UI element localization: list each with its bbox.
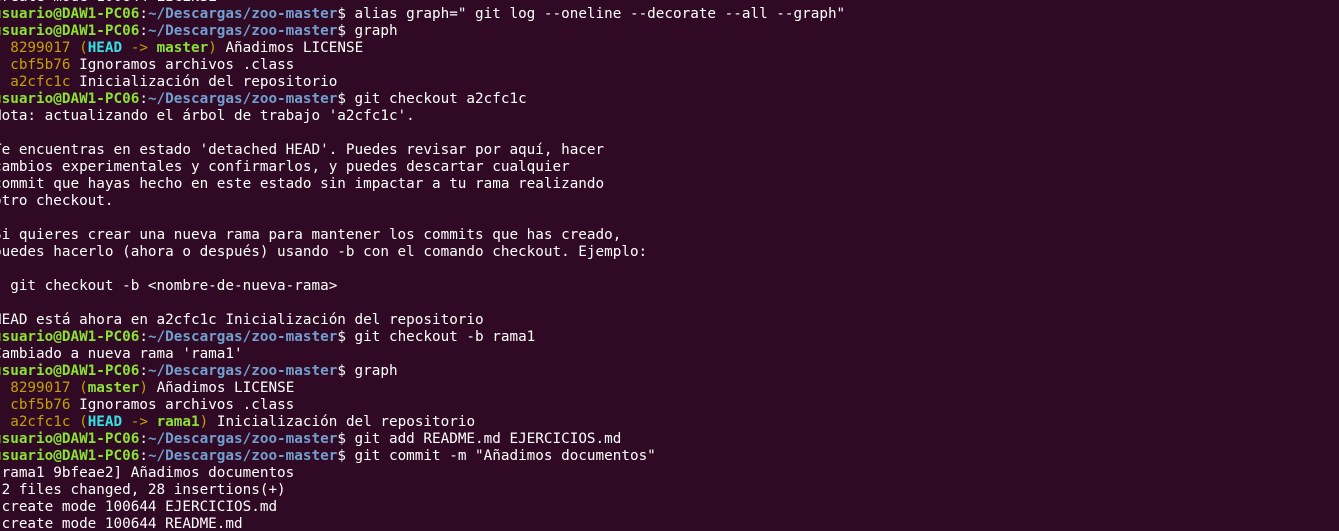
prompt-colon: : — [139, 363, 148, 379]
graph-node: * — [0, 380, 10, 396]
commit-message: Ignoramos archivos .class — [70, 397, 295, 413]
output-line: Cambiado a nueva rama 'rama1' — [0, 346, 243, 362]
prompt-path: ~/Descargas/zoo-master — [147, 23, 338, 39]
prompt-line: usuario@DAW1-PC06:~/Descargas/zoo-master… — [0, 329, 845, 346]
commit-line: * cbf5b76 Ignoramos archivos .class — [0, 57, 845, 74]
command-text: graph — [345, 363, 398, 379]
command-text: git checkout a2cfc1c — [345, 91, 527, 107]
prompt-path: ~/Descargas/zoo-master — [147, 6, 338, 22]
output-line: Nota: actualizando el árbol de trabajo '… — [0, 108, 415, 124]
prompt-line: usuario@DAW1-PC06:~/Descargas/zoo-master… — [0, 448, 845, 465]
prompt-colon: : — [139, 329, 148, 345]
prompt-path: ~/Descargas/zoo-master — [147, 329, 338, 345]
commit-message: Añadimos LICENSE — [216, 40, 364, 56]
prompt-colon: : — [139, 448, 148, 464]
output-line: commit que hayas hecho en este estado si… — [0, 176, 605, 192]
prompt-symbol: $ — [337, 91, 346, 107]
prompt-user-host: usuario@DAW1-PC06 — [0, 431, 140, 447]
commit-message: Inicialización del repositorio — [70, 74, 338, 90]
prompt-user-host: usuario@DAW1-PC06 — [0, 91, 140, 107]
output-line: Te encuentras en estado 'detached HEAD'.… — [0, 142, 605, 158]
output-line: otro checkout. — [0, 193, 114, 209]
prompt-line: usuario@DAW1-PC06:~/Descargas/zoo-master… — [0, 6, 845, 23]
prompt-colon: : — [139, 431, 148, 447]
prompt-symbol: $ — [337, 23, 346, 39]
terminal-output: create mode 100644 LICENSEusuario@DAW1-P… — [0, 0, 845, 531]
command-text: git checkout -b rama1 — [345, 329, 536, 345]
head-ref: HEAD — [87, 40, 123, 56]
prompt-user-host: usuario@DAW1-PC06 — [0, 329, 140, 345]
commit-hash: a2cfc1c — [10, 414, 71, 430]
prompt-line: usuario@DAW1-PC06:~/Descargas/zoo-master… — [0, 91, 845, 108]
graph-node: * — [0, 414, 10, 430]
prompt-path: ~/Descargas/zoo-master — [147, 448, 338, 464]
graph-node: * — [0, 397, 10, 413]
output-line: [rama1 9bfeae2] Añadimos documentos — [0, 465, 295, 481]
output-line: HEAD está ahora en a2cfc1c Inicializació… — [0, 312, 484, 328]
command-text: graph — [345, 23, 398, 39]
commit-hash: a2cfc1c — [10, 74, 71, 90]
output-line: 2 files changed, 28 insertions(+) — [0, 482, 286, 498]
prompt-colon: : — [139, 6, 148, 22]
commit-hash: 8299017 — [10, 40, 71, 56]
prompt-user-host: usuario@DAW1-PC06 — [0, 23, 140, 39]
ref-open-paren: ( — [70, 414, 88, 430]
command-text: git add README.md EJERCICIOS.md — [345, 431, 622, 447]
output-line: create mode 100644 README.md — [0, 516, 243, 531]
output-line: cambios experimentales y confirmarlos, y… — [0, 159, 570, 175]
commit-message: Añadimos LICENSE — [147, 380, 295, 396]
commit-line: * a2cfc1c Inicialización del repositorio — [0, 74, 845, 91]
graph-node: * — [0, 57, 10, 73]
ref-arrow: -> — [122, 414, 157, 430]
output-line: create mode 100644 EJERCICIOS.md — [0, 499, 278, 515]
commit-hash: 8299017 — [10, 380, 71, 396]
prompt-path: ~/Descargas/zoo-master — [147, 363, 338, 379]
prompt-path: ~/Descargas/zoo-master — [147, 431, 338, 447]
branch-ref: master — [156, 40, 209, 56]
prompt-symbol: $ — [337, 363, 346, 379]
branch-ref: master — [87, 380, 140, 396]
commit-hash: cbf5b76 — [10, 57, 71, 73]
command-text: alias graph=" git log --oneline --decora… — [345, 6, 846, 22]
prompt-line: usuario@DAW1-PC06:~/Descargas/zoo-master… — [0, 23, 845, 40]
graph-node: * — [0, 40, 10, 56]
prompt-user-host: usuario@DAW1-PC06 — [0, 363, 140, 379]
head-ref: HEAD — [87, 414, 123, 430]
prompt-colon: : — [139, 23, 148, 39]
branch-ref: rama1 — [156, 414, 200, 430]
prompt-symbol: $ — [337, 329, 346, 345]
prompt-symbol: $ — [337, 431, 346, 447]
ref-close-paren: ) — [199, 414, 209, 430]
ref-open-paren: ( — [70, 380, 88, 396]
commit-hash: cbf5b76 — [10, 397, 71, 413]
ref-close-paren: ) — [139, 380, 148, 396]
prompt-user-host: usuario@DAW1-PC06 — [0, 6, 140, 22]
ref-arrow: -> — [122, 40, 157, 56]
commit-line: * cbf5b76 Ignoramos archivos .class — [0, 397, 845, 414]
commit-line: * 8299017 (master) Añadimos LICENSE — [0, 380, 845, 397]
terminal-window[interactable]: create mode 100644 LICENSEusuario@DAW1-P… — [0, 0, 1339, 531]
prompt-user-host: usuario@DAW1-PC06 — [0, 448, 140, 464]
prompt-symbol: $ — [337, 448, 346, 464]
output-line: git checkout -b <nombre-de-nueva-rama> — [0, 278, 338, 294]
prompt-colon: : — [139, 91, 148, 107]
prompt-path: ~/Descargas/zoo-master — [147, 91, 338, 107]
prompt-line: usuario@DAW1-PC06:~/Descargas/zoo-master… — [0, 431, 845, 448]
ref-open-paren: ( — [70, 40, 88, 56]
commit-message: Inicialización del repositorio — [208, 414, 476, 430]
prompt-symbol: $ — [337, 6, 346, 22]
ref-close-paren: ) — [208, 40, 217, 56]
commit-message: Ignoramos archivos .class — [70, 57, 295, 73]
commit-line: * a2cfc1c (HEAD -> rama1) Inicialización… — [0, 414, 845, 431]
command-text: git commit -m "Añadimos documentos" — [345, 448, 656, 464]
commit-line: * 8299017 (HEAD -> master) Añadimos LICE… — [0, 40, 845, 57]
output-line: puedes hacerlo (ahora o después) usando … — [0, 244, 648, 260]
graph-node: * — [0, 74, 10, 90]
prompt-line: usuario@DAW1-PC06:~/Descargas/zoo-master… — [0, 363, 845, 380]
output-line: Si quieres crear una nueva rama para man… — [0, 227, 622, 243]
